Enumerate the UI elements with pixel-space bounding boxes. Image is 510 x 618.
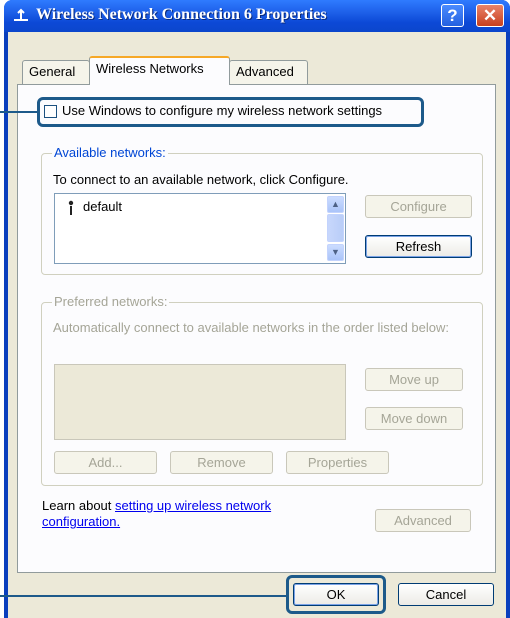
learn-about-prefix: Learn about — [42, 498, 116, 513]
available-networks-instruction: To connect to an available network, clic… — [53, 172, 349, 187]
cancel-button[interactable]: Cancel — [398, 583, 494, 606]
properties-button[interactable]: Properties — [286, 451, 389, 474]
scroll-down-arrow-icon[interactable]: ▼ — [327, 244, 344, 261]
wireless-setup-link-continued[interactable]: configuration. — [42, 514, 120, 529]
tab-general[interactable]: General — [22, 60, 90, 84]
callout-line-ok — [0, 595, 288, 597]
help-button[interactable]: ? — [441, 4, 464, 27]
refresh-button[interactable]: Refresh — [365, 235, 472, 258]
available-networks-list[interactable]: default ▲ ▼ — [54, 193, 346, 264]
move-up-button[interactable]: Move up — [365, 368, 463, 391]
close-button[interactable]: ✕ — [476, 4, 504, 27]
learn-about-text: Learn about setting up wireless network … — [42, 498, 271, 530]
tab-advanced[interactable]: Advanced — [229, 60, 308, 84]
antenna-icon — [65, 200, 77, 216]
window-title: Wireless Network Connection 6 Properties — [36, 6, 327, 23]
available-networks-title: Available networks: — [52, 145, 168, 160]
callout-line-checkbox — [0, 111, 38, 113]
wireless-setup-link[interactable]: setting up wireless network — [115, 498, 271, 513]
configure-button[interactable]: Configure — [365, 195, 472, 218]
preferred-networks-title: Preferred networks: — [52, 294, 170, 309]
scrollbar-thumb[interactable] — [327, 214, 344, 242]
advanced-button[interactable]: Advanced — [375, 509, 471, 532]
scroll-up-arrow-icon[interactable]: ▲ — [327, 196, 344, 213]
network-item-default[interactable]: default — [83, 199, 122, 214]
tab-wireless-networks[interactable]: Wireless Networks — [89, 56, 230, 85]
preferred-networks-list[interactable] — [54, 364, 346, 440]
remove-button[interactable]: Remove — [170, 451, 273, 474]
use-windows-checkbox-label[interactable]: Use Windows to configure my wireless net… — [62, 103, 382, 118]
network-connection-icon — [12, 7, 30, 25]
available-networks-scrollbar[interactable]: ▲ ▼ — [325, 194, 345, 263]
use-windows-checkbox[interactable] — [44, 105, 57, 118]
add-button[interactable]: Add... — [54, 451, 157, 474]
preferred-networks-instruction: Automatically connect to available netwo… — [53, 320, 449, 335]
move-down-button[interactable]: Move down — [365, 407, 463, 430]
ok-button[interactable]: OK — [293, 583, 379, 606]
